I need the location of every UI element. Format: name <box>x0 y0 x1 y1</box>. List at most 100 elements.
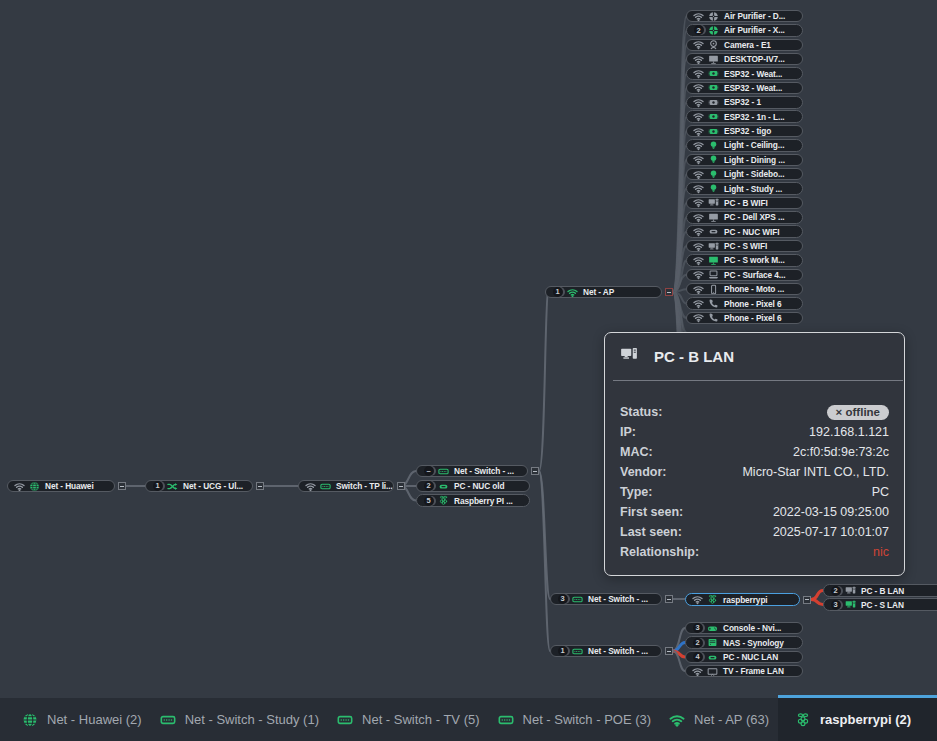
badge-slot: 1 <box>556 646 569 656</box>
device-node-raspberry-pi[interactable]: 5Raspberry PI ... <box>416 494 530 507</box>
device-node-net-huawei[interactable]: Net - Huawei <box>7 480 115 493</box>
device-label: Light - Dining ... <box>724 155 785 165</box>
device-node-light-sidebo[interactable]: Light - Sidebo... <box>686 168 803 181</box>
fan-icon <box>708 11 719 22</box>
device-label: PC - Surface 4... <box>724 270 785 280</box>
device-node-light-study[interactable]: Light - Study ... <box>686 182 803 195</box>
tab-net-switch-study-1[interactable]: Net - Switch - Study (1) <box>151 698 328 741</box>
device-node-esp32-tigo[interactable]: ESP32 - tigo <box>686 125 803 138</box>
device-label: Air Purifier - D... <box>724 11 785 21</box>
device-label: Net - UCG - Ul... <box>183 481 243 491</box>
device-node-esp32-weat[interactable]: ESP32 - Weat... <box>686 82 803 95</box>
device-node-net-ap[interactable]: 1Net - AP <box>545 286 662 299</box>
device-label: PC - NUC WIFI <box>724 227 779 237</box>
device-node-pc-nuc-old[interactable]: 2PC - NUC old <box>416 480 530 493</box>
device-node-esp32-1[interactable]: ESP32 - 1 <box>686 96 803 109</box>
collapse-toggle-button[interactable] <box>118 482 126 490</box>
collapse-toggle-button[interactable] <box>397 482 405 490</box>
popup-row-vendor: Vendor:Micro-Star INTL CO., LTD. <box>620 462 889 482</box>
device-node-desktop-iv7[interactable]: DESKTOP-IV7... <box>686 53 803 66</box>
device-node-phone-moto[interactable]: Phone - Moto ... <box>686 283 803 296</box>
device-node-pc-nuc-lan[interactable]: 4PC - NUC LAN <box>685 651 803 664</box>
tab-raspberrypi-2[interactable]: raspberrypi (2) <box>778 698 937 741</box>
popup-row-label: MAC: <box>620 445 653 459</box>
device-node-nas-synology[interactable]: 2 NAS - Synology <box>685 636 803 649</box>
device-count-badge: 2 <box>694 25 704 35</box>
device-node-pc-s-work-m[interactable]: PC - S work M... <box>686 254 803 267</box>
popup-row-type: Type: PC <box>620 482 889 502</box>
badge-slot: – <box>422 466 435 476</box>
device-node-light-ceiling[interactable]: Light - Ceiling... <box>686 139 803 152</box>
desktop-icon <box>708 197 719 208</box>
popup-row-value: 2c:f0:5d:9e:73:2c <box>793 445 889 459</box>
chip-icon <box>708 68 719 79</box>
wifi-link-icon <box>692 39 705 50</box>
device-node-pc-s-lan[interactable]: 3PC - S LAN <box>823 598 937 611</box>
badge-slot: 2 <box>691 638 704 648</box>
device-node-net-switch[interactable]: 3Net - Switch - ... <box>550 593 662 606</box>
collapse-toggle-button[interactable] <box>256 482 264 490</box>
collapse-toggle-button[interactable] <box>665 288 673 296</box>
device-node-pc-surface-4[interactable]: PC - Surface 4... <box>686 269 803 282</box>
device-node-net-switch[interactable]: 1Net - Switch - ... <box>550 645 662 658</box>
fan-icon <box>708 25 719 36</box>
popup-row-value: PC <box>872 485 889 499</box>
device-node-esp32-1n-l[interactable]: ESP32 - 1n - L... <box>686 110 803 123</box>
collapse-toggle-button[interactable] <box>665 595 673 603</box>
tab-net-ap-63[interactable]: Net - AP (63) <box>660 698 778 741</box>
device-node-switch-tp-li[interactable]: Switch - TP li... <box>298 480 394 493</box>
device-label: ESP32 - tigo <box>724 126 771 136</box>
tab-net-huawei-2[interactable]: Net - Huawei (2) <box>0 698 151 741</box>
device-node-camera-e1[interactable]: Camera - E1 <box>686 39 803 52</box>
device-node-tv-frame-lan[interactable]: TV - Frame LAN <box>685 665 803 678</box>
switch-icon <box>498 712 514 728</box>
device-node-net-switch[interactable]: –Net - Switch - ... <box>416 465 528 478</box>
device-node-air-purifier-x[interactable]: 2Air Purifier - X... <box>686 24 803 37</box>
device-count-badge: 4 <box>693 652 703 662</box>
bulb-icon <box>708 169 719 180</box>
tab-net-switch-poe-3[interactable]: Net - Switch - POE (3) <box>489 698 661 741</box>
device-node-pc-s-wifi[interactable]: PC - S WIFI <box>686 240 803 253</box>
collapse-toggle-button[interactable] <box>531 467 539 475</box>
badge-slot: 1 <box>151 481 164 491</box>
device-node-phone-pixel-6[interactable]: Phone - Pixel 6 <box>686 297 803 310</box>
device-node-pc-dell-xps[interactable]: PC - Dell XPS ... <box>686 211 803 224</box>
tab-net-switch-tv-5[interactable]: Net - Switch - TV (5) <box>328 698 489 741</box>
network-topology-canvas[interactable]: PC - B LAN Status:× offlineIP:192.168.1.… <box>0 0 937 741</box>
chip-icon <box>708 126 719 137</box>
device-label: NAS - Synology <box>723 638 784 648</box>
wifi-link-icon <box>692 97 705 108</box>
device-node-air-purifier-d[interactable]: Air Purifier - D... <box>686 10 803 23</box>
device-count-badge: 2 <box>693 638 703 648</box>
device-label: Phone - Pixel 6 <box>724 299 782 309</box>
laptop-icon <box>708 269 719 280</box>
raspberry-icon <box>795 712 811 728</box>
collapse-toggle-button[interactable] <box>803 596 811 604</box>
device-label: raspberrypi <box>723 595 768 605</box>
monitor-icon <box>708 54 719 65</box>
device-node-raspberrypi[interactable]: raspberrypi <box>685 593 800 606</box>
device-count-badge: 3 <box>693 623 703 633</box>
popup-row-label: Type: <box>620 485 652 499</box>
device-node-pc-nuc-wifi[interactable]: PC - NUC WIFI <box>686 225 803 238</box>
device-node-net-ucg-ul[interactable]: 1 Net - UCG - Ul... <box>145 480 253 493</box>
device-node-pc-b-wifi[interactable]: PC - B WIFI <box>686 197 803 210</box>
device-label: PC - Dell XPS ... <box>724 212 785 222</box>
popup-row-value: 2025-07-17 10:01:07 <box>773 525 889 539</box>
wifi-link-icon <box>692 255 705 266</box>
tab-label: Net - AP (63) <box>694 712 769 727</box>
device-node-phone-pixel-6[interactable]: Phone - Pixel 6 <box>686 312 803 325</box>
popup-row-label: Status: <box>620 405 662 419</box>
device-node-esp32-weat[interactable]: ESP32 - Weat... <box>686 67 803 80</box>
collapse-toggle-button[interactable] <box>665 647 673 655</box>
popup-row-label: First seen: <box>620 505 683 519</box>
tab-label: Net - Huawei (2) <box>47 712 142 727</box>
device-label: Light - Study ... <box>724 184 782 194</box>
device-node-pc-b-lan[interactable]: 2PC - B LAN <box>823 584 937 597</box>
device-node-console-nvi[interactable]: 3Console - Nvi... <box>685 622 803 635</box>
wifi-link-icon <box>691 594 704 605</box>
raspberry-icon <box>707 594 718 605</box>
device-node-light-dining[interactable]: Light - Dining ... <box>686 154 803 167</box>
wifi-link-icon <box>691 666 704 677</box>
wifi-link-icon <box>692 126 705 137</box>
